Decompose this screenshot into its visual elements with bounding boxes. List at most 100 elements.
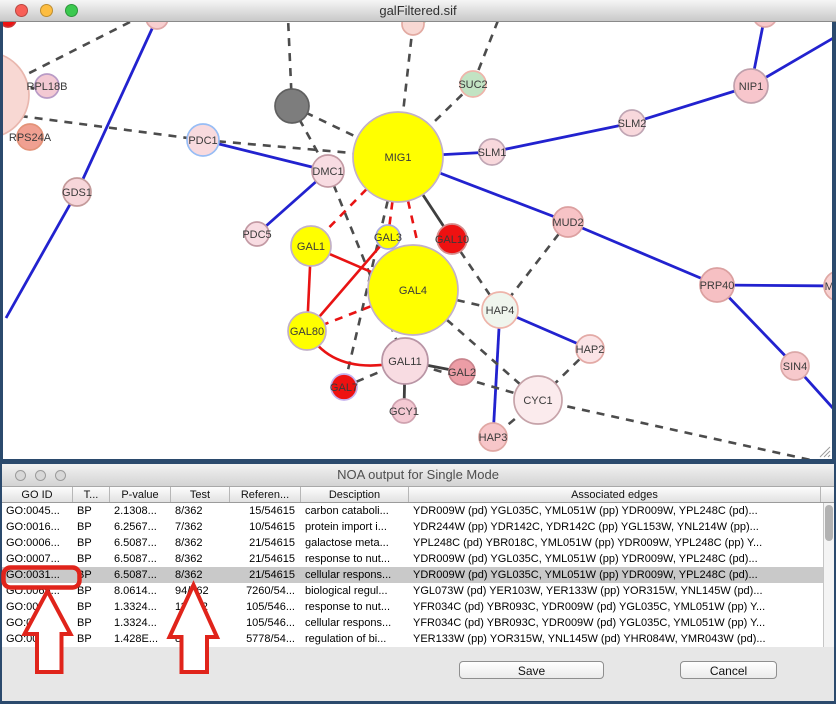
cancel-button[interactable]: Cancel — [680, 661, 777, 679]
graph-node-RPS24A[interactable]: RPS24A — [9, 124, 52, 150]
graph-node-label: GAL2 — [448, 367, 476, 379]
table-cell: 8/362 — [171, 551, 230, 567]
graph-node-PRP40[interactable]: PRP40 — [700, 268, 735, 302]
noa-window-titlebar[interactable]: NOA output for Single Mode — [2, 464, 834, 487]
table-cell: YFR034C (pd) YBR093C, YDR009W (pd) YGL03… — [409, 599, 821, 615]
graph-node-label: GAL11 — [388, 356, 421, 368]
table-cell: 80/362 — [171, 631, 230, 647]
zoom-button[interactable] — [65, 4, 78, 17]
resize-grip-icon[interactable] — [817, 444, 831, 458]
table-cell: 6.2567... — [110, 519, 171, 535]
graph-node-top1[interactable] — [146, 22, 168, 29]
network-window-titlebar[interactable]: galFiltered.sif — [0, 0, 836, 22]
inactive-close-button[interactable] — [15, 470, 26, 481]
graph-node-SLM1[interactable]: SLM1 — [478, 139, 507, 165]
graph-node-HAP3[interactable]: HAP3 — [479, 423, 508, 451]
graph-node-HAP4[interactable]: HAP4 — [482, 292, 518, 328]
graph-node-RPL18B[interactable]: RPL18B — [27, 74, 68, 98]
table-cell: 6.5087... — [110, 567, 171, 583]
table-cell: YDR009W (pd) YGL035C, YML051W (pp) YDR00… — [409, 503, 821, 519]
table-cell: BP — [73, 551, 110, 567]
table-row[interactable]: GO:0031...BP1.3324...11/362105/546...res… — [2, 599, 823, 615]
table-cell: BP — [73, 615, 110, 631]
table-cell: YGL073W (pd) YER103W, YER133W (pp) YOR31… — [409, 583, 821, 599]
table-cell: GO:0007... — [2, 551, 73, 567]
graph-node-MSL1[interactable]: MSL1 — [824, 271, 832, 301]
noa-window-title: NOA output for Single Mode — [2, 464, 834, 486]
graph-node-label: PDC5 — [242, 229, 271, 241]
table-row[interactable]: GO:0016...BP6.2567...7/36210/54615protei… — [2, 519, 823, 535]
graph-node-GAL4[interactable]: GAL4 — [368, 245, 458, 335]
inactive-minimize-button[interactable] — [35, 470, 46, 481]
graph-node-top3[interactable] — [753, 22, 777, 27]
column-header-2[interactable]: P-value — [110, 487, 171, 502]
table-cell: 15/54615 — [230, 503, 301, 519]
table-cell: BP — [73, 599, 110, 615]
graph-node-SIN4[interactable]: SIN4 — [781, 352, 809, 380]
column-header-4[interactable]: Referen... — [230, 487, 301, 502]
table-cell: GO:0065... — [2, 583, 73, 599]
graph-node-GAL1[interactable]: GAL1 — [291, 226, 331, 266]
graph-node-GAL2[interactable]: GAL2 — [448, 359, 476, 385]
graph-node-topleft-red[interactable] — [3, 22, 16, 27]
table-cell: GO:0031... — [2, 599, 73, 615]
table-row[interactable]: GO:0045...BP2.1308...8/36215/54615carbon… — [2, 503, 823, 519]
graph-node-GAL11[interactable]: GAL11 — [382, 338, 428, 384]
graph-node-HAP2[interactable]: HAP2 — [576, 335, 605, 363]
graph-node-GAL10[interactable]: GAL10 — [435, 224, 469, 254]
graph-node-CYC1[interactable]: CYC1 — [514, 376, 562, 424]
table-cell: 5778/54... — [230, 631, 301, 647]
table-cell: 11/362 — [171, 615, 230, 631]
minimize-button[interactable] — [40, 4, 53, 17]
column-header-6[interactable]: Associated edges — [409, 487, 821, 502]
table-row[interactable]: GO:0007...BP6.5087...8/36221/54615respon… — [2, 551, 823, 567]
graph-edge — [538, 400, 832, 459]
table-cell: cellular respons... — [301, 615, 409, 631]
graph-node-top2[interactable] — [402, 22, 424, 35]
table-cell: cellular respons... — [301, 567, 409, 583]
table-cell: GO:0031... — [2, 615, 73, 631]
graph-node-PDC1[interactable]: PDC1 — [187, 124, 219, 156]
graph-node-SUC2[interactable]: SUC2 — [458, 71, 487, 97]
graph-edge — [568, 222, 717, 285]
save-button[interactable]: Save — [459, 661, 604, 679]
table-row[interactable]: GO:0006...BP6.5087...8/36221/54615galact… — [2, 535, 823, 551]
table-body[interactable]: GO:0045...BP2.1308...8/36215/54615carbon… — [2, 503, 823, 647]
table-cell: 8.0614... — [110, 583, 171, 599]
column-header-1[interactable]: T... — [73, 487, 110, 502]
vertical-scrollbar[interactable] — [823, 503, 834, 647]
graph-node-label: GAL1 — [297, 241, 325, 253]
table-row[interactable]: GO:0031...BP6.5087...8/36221/54615cellul… — [2, 567, 823, 583]
graph-edge — [492, 123, 632, 152]
graph-node-GCY1[interactable]: GCY1 — [389, 399, 419, 423]
column-header-0[interactable]: GO ID — [2, 487, 73, 502]
close-button[interactable] — [15, 4, 28, 17]
inactive-zoom-button[interactable] — [55, 470, 66, 481]
graph-node-label: PDC1 — [188, 135, 217, 147]
graph-node-NIP1[interactable]: NIP1 — [734, 69, 768, 103]
column-header-5[interactable]: Desciption — [301, 487, 409, 502]
table-cell: 1.428E... — [110, 631, 171, 647]
table-row[interactable]: GO:0031...BP1.3324...11/362105/546...cel… — [2, 615, 823, 631]
graph-node-GDS1[interactable]: GDS1 — [62, 178, 92, 206]
table-cell: 7260/54... — [230, 583, 301, 599]
column-header-3[interactable]: Test — [171, 487, 230, 502]
graph-node-label: HAP3 — [479, 432, 508, 444]
table-cell: 105/546... — [230, 615, 301, 631]
graph-area: RPL18B RPS24A GDS1 PDC1 DMC1 PDC5 MIG1 SUC2 SLM1… — [3, 22, 832, 459]
table-cell: response to nut... — [301, 599, 409, 615]
graph-node-GAL7[interactable]: GAL7 — [330, 374, 358, 400]
graph-node-SLM2[interactable]: SLM2 — [618, 110, 647, 136]
graph-node-DMC1[interactable]: DMC1 — [312, 155, 344, 187]
table-cell: YDR009W (pd) YGL035C, YML051W (pp) YDR00… — [409, 551, 821, 567]
scrollbar-thumb[interactable] — [825, 505, 833, 541]
graph-node-label: GAL4 — [399, 285, 427, 297]
graph-canvas[interactable]: RPL18B RPS24A GDS1 PDC1 DMC1 PDC5 MIG1 SUC2 SLM1… — [3, 22, 832, 459]
graph-node-GAL80[interactable]: GAL80 — [288, 312, 326, 350]
table-row[interactable]: GO:0050...BP1.428E...80/3625778/54...reg… — [2, 631, 823, 647]
graph-edge — [77, 22, 157, 192]
graph-node-MIG1[interactable]: MIG1 — [353, 112, 443, 202]
graph-node-gray-node[interactable] — [275, 89, 309, 123]
graph-node-MUD2[interactable]: MUD2 — [552, 207, 583, 237]
table-row[interactable]: GO:0065...BP8.0614...94/3627260/54...bio… — [2, 583, 823, 599]
